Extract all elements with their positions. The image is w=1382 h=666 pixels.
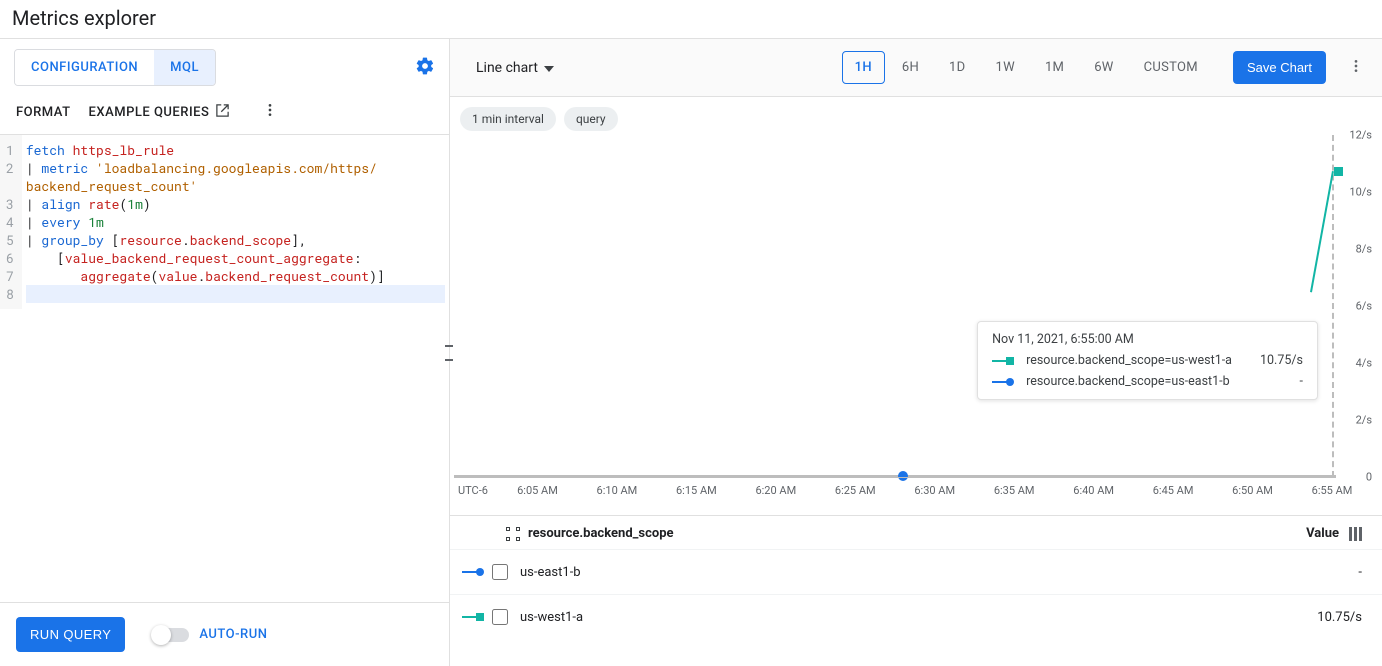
example-queries-button[interactable]: EXAMPLE QUERIES xyxy=(89,103,231,122)
x-tick: UTC-6 xyxy=(458,484,488,497)
editor-tabs: CONFIGURATION MQL xyxy=(14,49,216,86)
series-swatch-icon xyxy=(462,571,478,573)
tooltip-timestamp: Nov 11, 2021, 6:55:00 AM xyxy=(992,332,1303,347)
x-tick: 6:30 AM xyxy=(914,484,955,497)
chart-cursor-line xyxy=(1332,135,1334,477)
tooltip-row: resource.backend_scope=us-east1-b- xyxy=(992,374,1303,389)
chart-tooltip: Nov 11, 2021, 6:55:00 AM resource.backend… xyxy=(977,321,1318,400)
time-range-6h[interactable]: 6H xyxy=(889,51,932,84)
left-panel: CONFIGURATION MQL FORMAT EXAMPLE QUERIES… xyxy=(0,39,450,666)
x-tick: 6:40 AM xyxy=(1073,484,1114,497)
y-tick: 12/s xyxy=(1349,129,1372,142)
series-swatch-icon xyxy=(992,381,1008,383)
legend-label: us-east1-b xyxy=(520,565,581,580)
time-range-custom[interactable]: CUSTOM xyxy=(1131,51,1211,84)
chart-more-icon[interactable] xyxy=(1342,52,1370,84)
autorun-label: AUTO-RUN xyxy=(199,627,267,642)
legend-row[interactable]: us-west1-a 10.75/s xyxy=(450,594,1382,639)
series-marker xyxy=(1334,167,1343,176)
y-tick: 8/s xyxy=(1356,243,1372,256)
x-tick: 6:50 AM xyxy=(1232,484,1273,497)
tooltip-row: resource.backend_scope=us-west1-a10.75/s xyxy=(992,353,1303,368)
time-range-1m[interactable]: 1M xyxy=(1032,51,1077,84)
x-tick: 6:55 AM xyxy=(1312,484,1353,497)
series-swatch-icon xyxy=(992,360,1008,362)
legend-value-label: Value xyxy=(1306,526,1339,541)
chip[interactable]: query xyxy=(564,107,618,131)
legend-value: - xyxy=(1358,565,1362,580)
caret-down-icon xyxy=(544,60,554,76)
columns-icon[interactable] xyxy=(1347,526,1362,541)
chip[interactable]: 1 min interval xyxy=(460,107,556,131)
autorun-toggle[interactable] xyxy=(153,628,189,642)
chart-panel: Line chart 1H6H1D1W1M6WCUSTOM Save Chart… xyxy=(450,39,1382,666)
legend-label: us-west1-a xyxy=(520,610,583,625)
y-tick: 6/s xyxy=(1356,300,1372,313)
time-range-6w[interactable]: 6W xyxy=(1081,51,1126,84)
save-chart-button[interactable]: Save Chart xyxy=(1233,51,1326,84)
x-tick: 6:45 AM xyxy=(1153,484,1194,497)
x-tick: 6:10 AM xyxy=(597,484,638,497)
legend-checkbox[interactable] xyxy=(492,564,508,580)
series-swatch-icon xyxy=(462,616,478,618)
format-button[interactable]: FORMAT xyxy=(16,105,71,120)
tab-configuration[interactable]: CONFIGURATION xyxy=(15,50,154,85)
run-query-button[interactable]: RUN QUERY xyxy=(16,617,125,652)
time-range-1h[interactable]: 1H xyxy=(842,51,885,84)
chart-area[interactable]: 02/s4/s6/s8/s10/s12/s UTC-66:05 AM6:10 A… xyxy=(454,135,1378,515)
x-tick: 6:15 AM xyxy=(676,484,717,497)
series-line xyxy=(1310,171,1334,292)
x-tick: 6:25 AM xyxy=(835,484,876,497)
mql-editor[interactable]: 12345678 fetch https_lb_rule| metric 'lo… xyxy=(0,134,449,309)
time-range-1w[interactable]: 1W xyxy=(982,51,1027,84)
chart-type-dropdown[interactable]: Line chart xyxy=(468,54,562,82)
x-tick: 6:35 AM xyxy=(994,484,1035,497)
y-tick: 10/s xyxy=(1349,186,1372,199)
editor-more-icon[interactable] xyxy=(258,102,282,122)
legend-value: 10.75/s xyxy=(1317,610,1362,625)
legend-row[interactable]: us-east1-b - xyxy=(450,549,1382,594)
y-tick: 2/s xyxy=(1356,414,1372,427)
group-icon xyxy=(506,527,520,541)
x-tick: 6:05 AM xyxy=(517,484,558,497)
gear-icon[interactable] xyxy=(415,56,435,80)
y-tick: 4/s xyxy=(1356,357,1372,370)
page-title: Metrics explorer xyxy=(0,0,1382,39)
x-tick: 6:20 AM xyxy=(755,484,796,497)
y-tick: 0 xyxy=(1366,471,1372,484)
legend-group-label: resource.backend_scope xyxy=(528,526,674,541)
time-range-1d[interactable]: 1D xyxy=(936,51,978,84)
tab-mql[interactable]: MQL xyxy=(154,50,215,85)
open-external-icon xyxy=(215,103,230,122)
legend-checkbox[interactable] xyxy=(492,609,508,625)
